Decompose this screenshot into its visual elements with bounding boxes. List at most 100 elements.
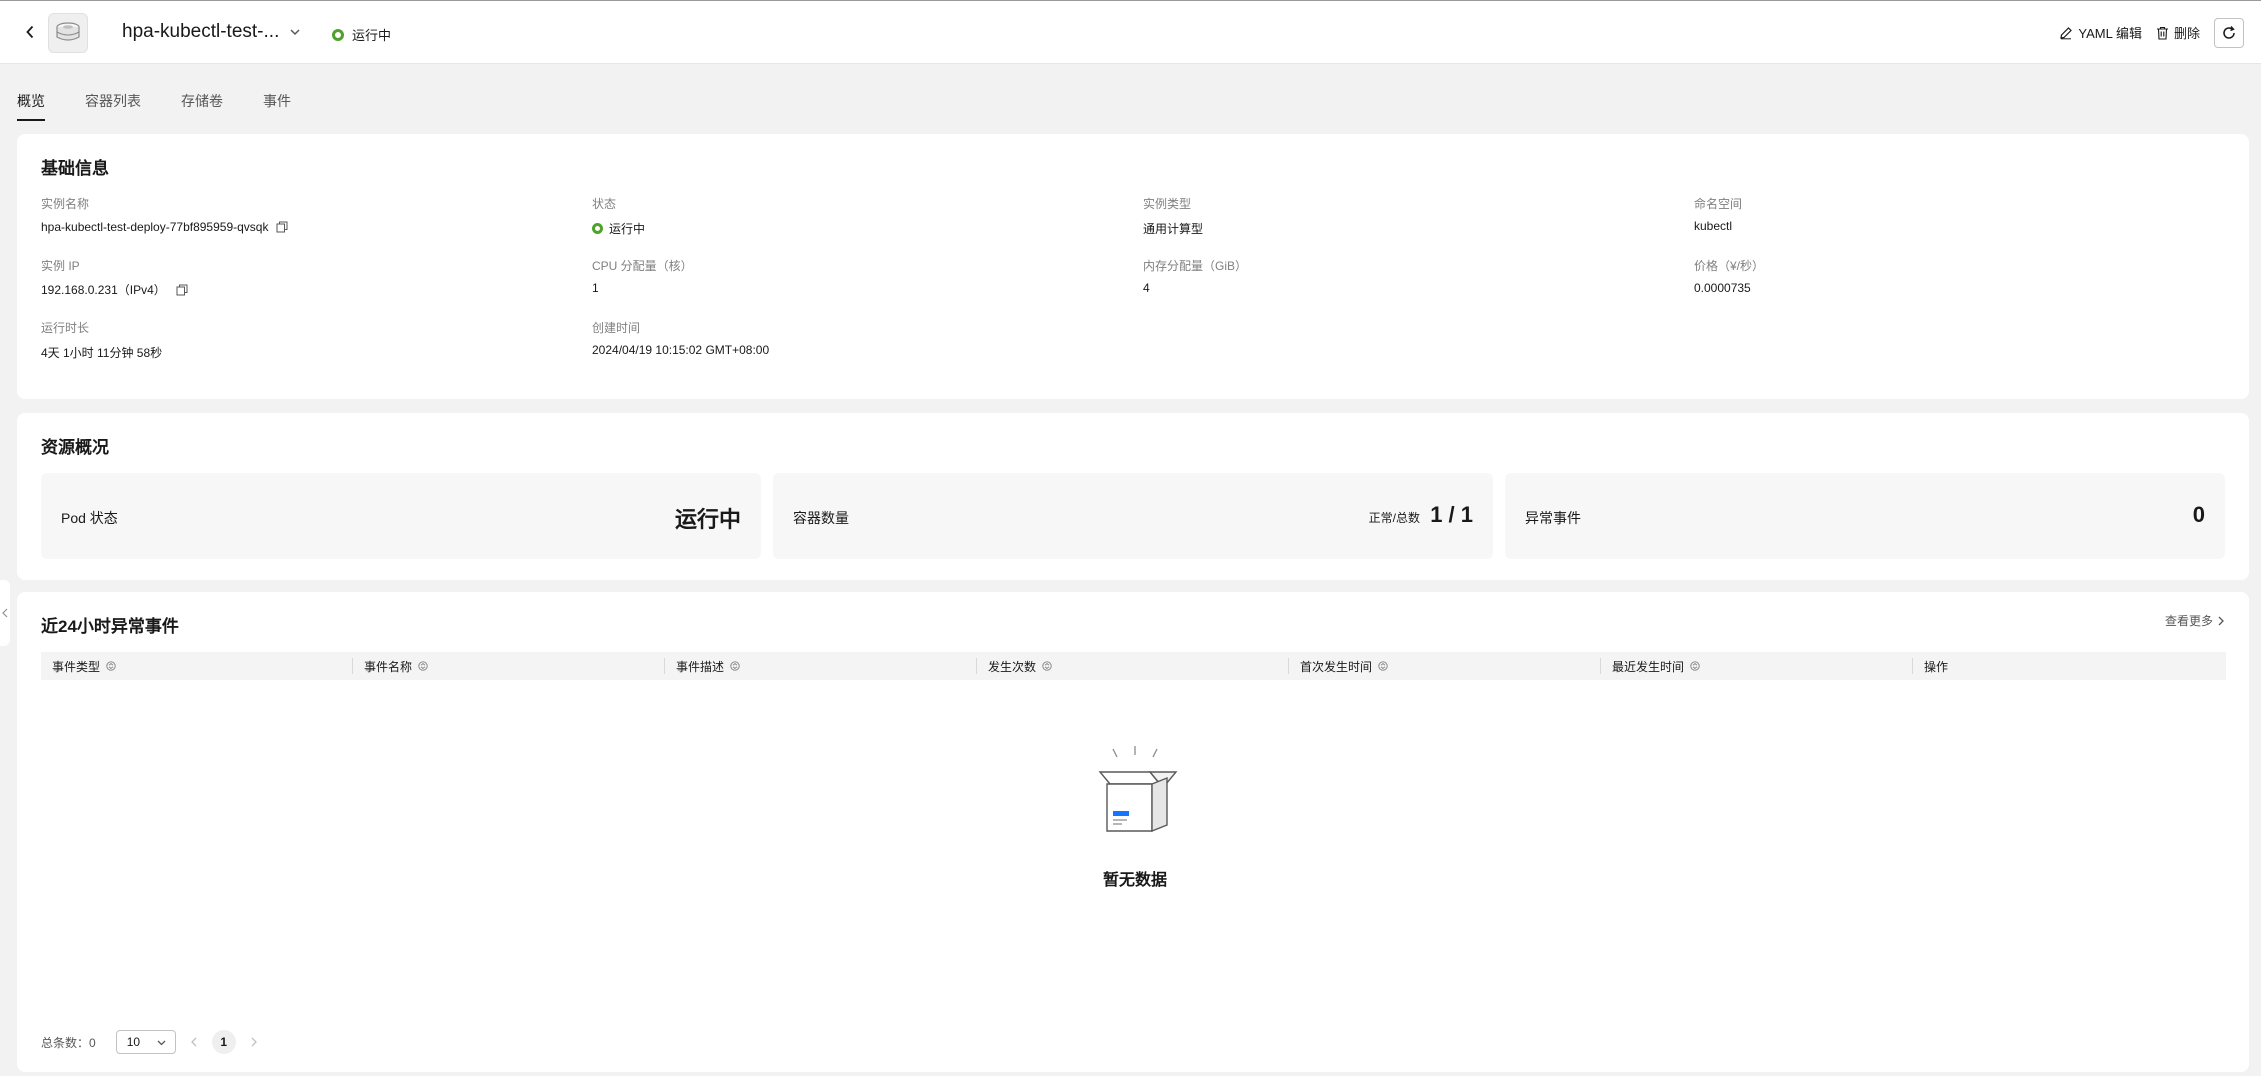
instance-type-value: 通用计算型 bbox=[1143, 222, 1204, 236]
events-title: 近24小时异常事件 bbox=[41, 617, 179, 636]
abnormal-events-label: 异常事件 bbox=[1525, 510, 1581, 526]
copy-icon[interactable] bbox=[176, 284, 188, 296]
page-header: hpa-kubectl-test-... 运行中 YAML 编辑 删除 bbox=[0, 1, 2261, 64]
resource-overview-card: 资源概况 Pod 状态 运行中 容器数量 正常/总数 1 / 1 异常事件 0 bbox=[17, 413, 2249, 580]
basic-info-card: 基础信息 实例名称 hpa-kubectl-test-deploy-77bf89… bbox=[17, 134, 2249, 399]
sort-icon[interactable] bbox=[106, 661, 116, 671]
back-button[interactable] bbox=[20, 21, 40, 43]
column-last-occurrence[interactable]: 最近发生时间 bbox=[1601, 652, 1913, 680]
empty-box-icon bbox=[1098, 746, 1178, 833]
empty-text: 暂无数据 bbox=[1102, 872, 1167, 889]
instance-name-label: 实例名称 bbox=[41, 197, 90, 211]
delete-button[interactable]: 删除 bbox=[2156, 23, 2200, 42]
tab-container-list[interactable]: 容器列表 bbox=[85, 91, 141, 121]
resource-overview-title: 资源概况 bbox=[41, 438, 109, 457]
refresh-button[interactable] bbox=[2214, 17, 2244, 48]
column-label: 事件名称 bbox=[364, 659, 413, 674]
uptime-label: 运行时长 bbox=[41, 321, 90, 335]
column-label: 事件类型 bbox=[52, 659, 101, 674]
total-count: 总条数：0 bbox=[41, 1035, 96, 1050]
column-actions: 操作 bbox=[1913, 652, 2226, 680]
column-event-type[interactable]: 事件类型 bbox=[41, 652, 353, 680]
tab-bar: 概览 容器列表 存储卷 事件 bbox=[17, 91, 331, 121]
sort-icon[interactable] bbox=[730, 661, 740, 671]
column-occurrence-count[interactable]: 发生次数 bbox=[977, 652, 1289, 680]
pod-status-value: 运行中 bbox=[674, 507, 741, 532]
running-status-icon bbox=[592, 223, 603, 234]
switch-instance-dropdown[interactable] bbox=[287, 24, 303, 40]
page-size-value: 10 bbox=[126, 1035, 141, 1049]
cpu-label: CPU 分配量（核） bbox=[592, 259, 693, 273]
header-actions: YAML 编辑 删除 bbox=[2059, 1, 2261, 64]
status-value: 运行中 bbox=[592, 220, 645, 237]
trash-icon bbox=[2156, 26, 2168, 40]
sort-icon[interactable] bbox=[1690, 661, 1700, 671]
status-text: 运行中 bbox=[609, 222, 646, 236]
instance-ip-label: 实例 IP bbox=[41, 259, 80, 273]
yaml-edit-button[interactable]: YAML 编辑 bbox=[2059, 23, 2142, 42]
container-count-box: 容器数量 正常/总数 1 / 1 bbox=[773, 473, 1493, 559]
delete-label: 删除 bbox=[2173, 26, 2200, 41]
abnormal-events-value: 0 bbox=[2192, 502, 2205, 527]
sidebar-expand-handle[interactable] bbox=[0, 580, 10, 646]
view-more-label: 查看更多 bbox=[2164, 614, 2213, 628]
pagination: 总条数：0 10 1 bbox=[41, 1030, 258, 1054]
running-status-icon bbox=[332, 28, 344, 41]
chevron-right-icon bbox=[2218, 616, 2224, 625]
instance-name-text: hpa-kubectl-test-deploy-77bf895959-qvsqk bbox=[41, 220, 269, 234]
next-page-button[interactable] bbox=[250, 1036, 258, 1048]
container-count-sub: 正常/总数 bbox=[1368, 511, 1420, 525]
created-time-value: 2024/04/19 10:15:02 GMT+08:00 bbox=[592, 343, 770, 357]
refresh-icon bbox=[2223, 25, 2235, 39]
tab-events[interactable]: 事件 bbox=[263, 91, 291, 121]
column-label: 首次发生时间 bbox=[1300, 659, 1373, 674]
column-event-name[interactable]: 事件名称 bbox=[353, 652, 665, 680]
chevron-right-icon bbox=[251, 1037, 257, 1047]
empty-state: 暂无数据 bbox=[1080, 742, 1190, 889]
sort-icon[interactable] bbox=[1378, 661, 1388, 671]
chevron-left-icon bbox=[26, 25, 34, 39]
pod-status-box: Pod 状态 运行中 bbox=[41, 473, 761, 559]
column-label: 最近发生时间 bbox=[1612, 659, 1685, 674]
created-time-label: 创建时间 bbox=[592, 321, 641, 335]
namespace-label: 命名空间 bbox=[1694, 197, 1743, 211]
chevron-down-icon bbox=[290, 29, 300, 36]
column-first-occurrence[interactable]: 首次发生时间 bbox=[1289, 652, 1601, 680]
uptime-value: 4天 1小时 11分钟 58秒 bbox=[41, 346, 163, 360]
header-status-text: 运行中 bbox=[352, 28, 392, 43]
sort-icon[interactable] bbox=[418, 661, 428, 671]
tab-storage-volumes[interactable]: 存储卷 bbox=[181, 91, 223, 121]
container-count-label: 容器数量 bbox=[793, 510, 849, 526]
column-label: 操作 bbox=[1924, 659, 1949, 674]
basic-info-title: 基础信息 bbox=[41, 159, 109, 178]
pod-status-label: Pod 状态 bbox=[61, 510, 118, 526]
instance-ip-value: 192.168.0.231（IPv4） bbox=[41, 281, 188, 298]
namespace-value: kubectl bbox=[1694, 219, 1733, 233]
column-label: 事件描述 bbox=[676, 659, 725, 674]
column-event-description[interactable]: 事件描述 bbox=[665, 652, 977, 680]
instance-ip-text: 192.168.0.231（IPv4） bbox=[41, 283, 166, 297]
price-label: 价格（¥/秒） bbox=[1694, 259, 1765, 273]
header-status: 运行中 bbox=[332, 25, 391, 44]
memory-label: 内存分配量（GiB） bbox=[1143, 259, 1248, 273]
page-number-current[interactable]: 1 bbox=[211, 1030, 236, 1054]
copy-icon[interactable] bbox=[276, 221, 288, 233]
edit-icon bbox=[2060, 26, 2073, 39]
column-label: 发生次数 bbox=[988, 659, 1037, 674]
sort-icon[interactable] bbox=[1042, 661, 1052, 671]
container-count-value: 1 / 1 bbox=[1430, 502, 1473, 527]
chevron-left-icon bbox=[2, 608, 8, 618]
chevron-down-icon bbox=[157, 1040, 166, 1045]
cpu-value: 1 bbox=[592, 281, 599, 295]
abnormal-events-box: 异常事件 0 bbox=[1505, 473, 2225, 559]
memory-value: 4 bbox=[1143, 281, 1150, 295]
price-value: 0.0000735 bbox=[1694, 281, 1751, 295]
tab-overview[interactable]: 概览 bbox=[17, 91, 45, 121]
page-title: hpa-kubectl-test-... bbox=[122, 21, 280, 42]
prev-page-button[interactable] bbox=[190, 1036, 198, 1048]
yaml-edit-label: YAML 编辑 bbox=[2078, 26, 2142, 41]
page-size-select[interactable]: 10 bbox=[115, 1030, 176, 1054]
view-more-link[interactable]: 查看更多 bbox=[2165, 612, 2225, 629]
chevron-left-icon bbox=[190, 1037, 197, 1047]
events-card: 近24小时异常事件 查看更多 事件类型 事件名称 事件描述 发生次数 首次发生时… bbox=[17, 592, 2249, 1072]
